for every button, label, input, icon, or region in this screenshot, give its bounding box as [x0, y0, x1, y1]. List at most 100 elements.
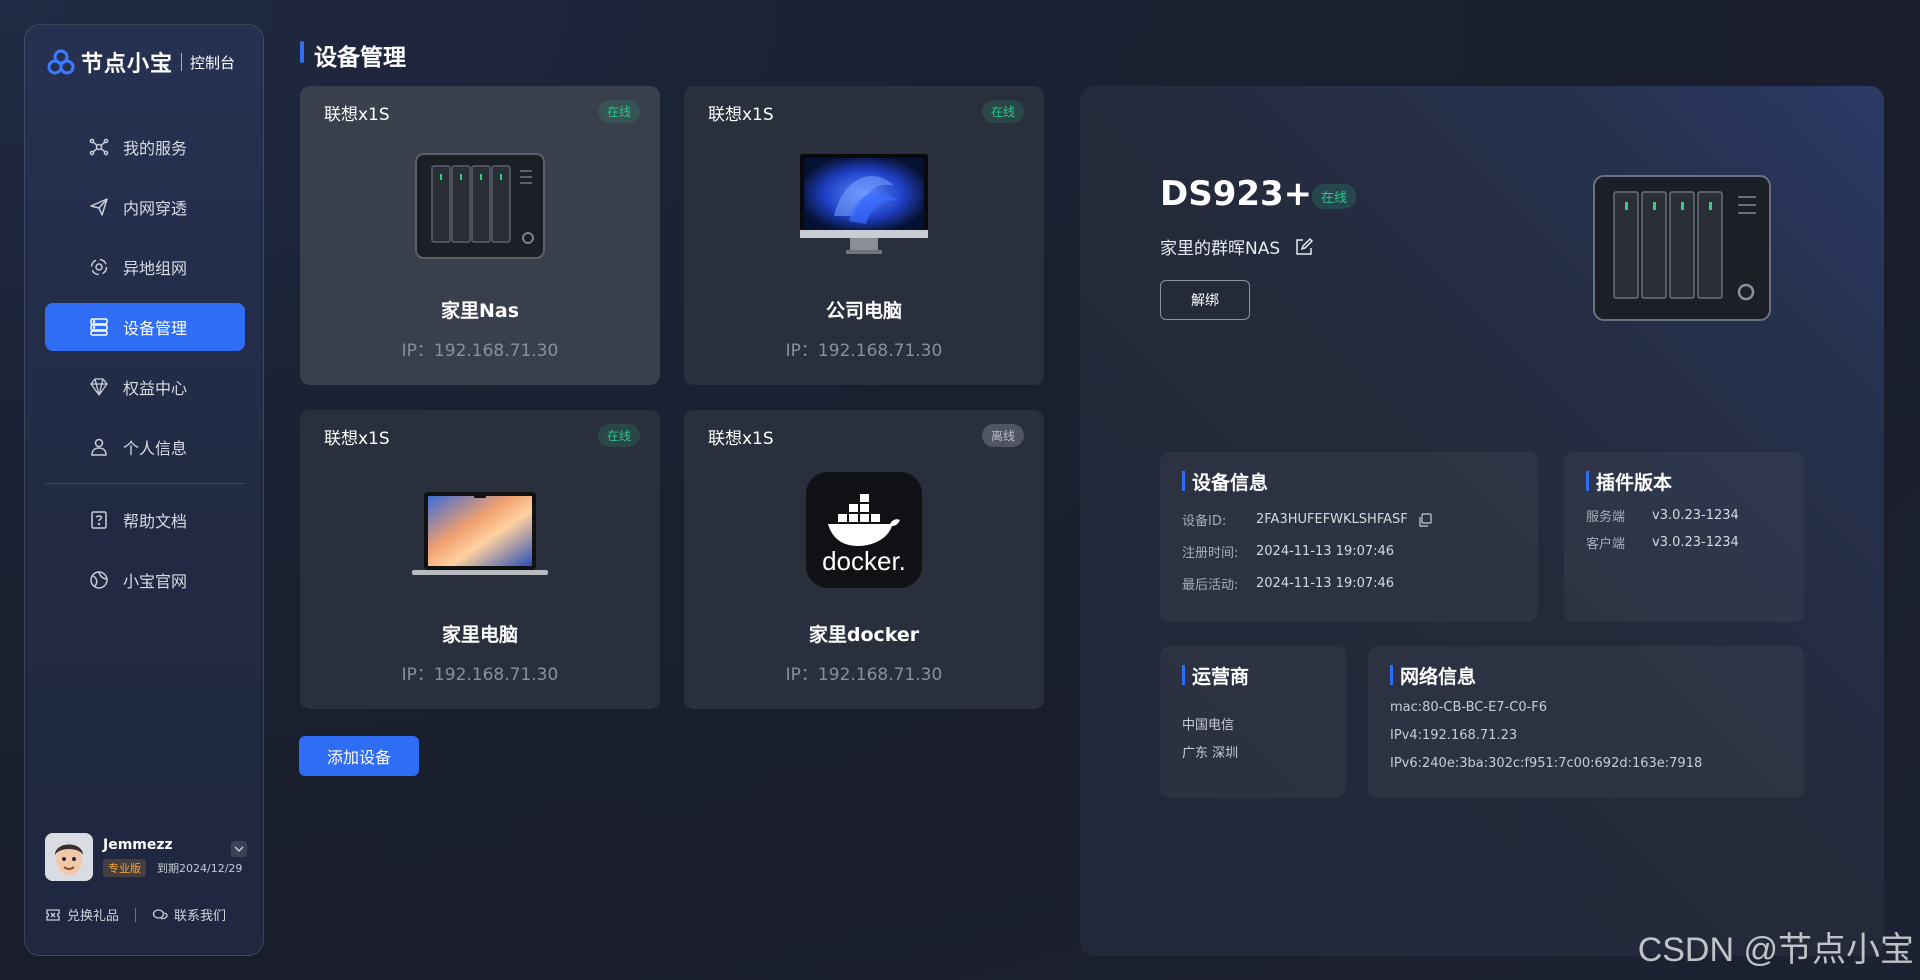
sidebar-item-benefits[interactable]: 权益中心	[45, 363, 245, 411]
network-icon	[90, 258, 108, 276]
sidebar-item-tunnel[interactable]: 内网穿透	[45, 183, 245, 231]
last-active-row: 最后活动: 2024-11-13 19:07:46	[1182, 574, 1394, 593]
user-links: 兑换礼品 联系我们	[45, 905, 245, 924]
watermark: CSDN @节点小宝	[1637, 931, 1914, 969]
sidebar-item-network[interactable]: 异地组网	[45, 243, 245, 291]
sidebar-nav: 我的服务 内网穿透 异地组网 设备管理 权益中心 个人信息 帮助文档 小宝官网	[45, 123, 245, 616]
device-id-value: 2FA3HUFEFWKLSHFASF	[1256, 510, 1432, 529]
client-version-row: 客户端 v3.0.23-1234	[1586, 533, 1739, 552]
nav-divider	[45, 483, 245, 484]
device-card[interactable]: 联想x1S 在线 家里Nas IP：192.168.71.30	[300, 86, 660, 385]
unbind-button[interactable]: 解绑	[1160, 280, 1250, 320]
svg-text:docker.: docker.	[822, 546, 906, 576]
sidebar: 节点小宝 控制台 我的服务 内网穿透 异地组网 设备管理 权益中心 个人信息 帮…	[24, 24, 264, 956]
desktop-icon	[800, 154, 928, 254]
plugin-version-box: 插件版本 服务端 v3.0.23-1234 客户端 v3.0.23-1234	[1564, 452, 1804, 622]
carrier-name: 中国电信	[1182, 718, 1235, 733]
device-model: 联想x1S	[324, 429, 390, 449]
device-info-title: 设备信息	[1182, 468, 1268, 495]
client-version-value: v3.0.23-1234	[1652, 535, 1739, 550]
brand-logo[interactable]: 节点小宝 控制台	[45, 47, 235, 77]
status-badge: 在线	[597, 100, 640, 123]
device-id-row: 设备ID: 2FA3HUFEFWKLSHFASF	[1182, 510, 1432, 529]
memoji-avatar-icon	[45, 833, 93, 881]
services-icon	[89, 138, 109, 156]
device-ip: IP：192.168.71.30	[401, 341, 559, 361]
sidebar-item-label: 权益中心	[123, 379, 188, 398]
device-model: 联想x1S	[324, 105, 390, 125]
carrier-box: 运营商 中国电信 广东 深圳	[1160, 646, 1346, 798]
mac-address: mac:80-CB-BC-E7-C0-F6	[1390, 700, 1548, 715]
sidebar-item-help[interactable]: 帮助文档	[45, 496, 245, 544]
brand-knot-icon	[47, 49, 75, 75]
detail-subtitle: 家里的群晖NAS	[1160, 239, 1281, 259]
server-version-value: v3.0.23-1234	[1652, 508, 1739, 523]
ipv4-address: IPv4:192.168.71.23	[1390, 728, 1518, 743]
chevron-down-icon	[234, 846, 244, 853]
sidebar-item-label: 内网穿透	[123, 199, 188, 218]
edit-icon[interactable]	[1294, 237, 1314, 257]
docker-icon: docker.	[806, 472, 922, 588]
device-name: 家里docker	[808, 624, 920, 646]
avatar[interactable]	[45, 833, 93, 881]
device-id-label: 设备ID:	[1182, 514, 1227, 529]
detail-title: DS923+	[1160, 174, 1313, 214]
sidebar-item-profile[interactable]: 个人信息	[45, 423, 245, 471]
page-title: 设备管理	[300, 38, 406, 72]
copy-icon[interactable]	[1418, 512, 1432, 527]
device-id-text: 2FA3HUFEFWKLSHFASF	[1256, 512, 1408, 527]
status-badge: 离线	[981, 424, 1024, 447]
device-card[interactable]: 联想x1S 在线 家里电脑 IP：192.168.71.30	[300, 410, 660, 709]
user-menu-toggle[interactable]	[231, 841, 247, 857]
sidebar-item-label: 我的服务	[123, 139, 188, 158]
last-active-label: 最后活动:	[1182, 578, 1239, 593]
network-info-box: 网络信息 mac:80-CB-BC-E7-C0-F6 IPv4:192.168.…	[1368, 646, 1804, 798]
register-time-label: 注册时间:	[1182, 546, 1239, 561]
user-name: Jemmezz	[103, 837, 173, 853]
device-detail-panel: DS923+ 在线 家里的群晖NAS 解绑 设备信息 设备ID: 2FA3HUF…	[1080, 86, 1884, 956]
add-device-button[interactable]: 添加设备	[299, 736, 419, 776]
device-name: 家里Nas	[440, 300, 520, 322]
contact-us-link[interactable]: 联系我们	[152, 905, 226, 924]
server-version-row: 服务端 v3.0.23-1234	[1586, 506, 1739, 525]
status-badge: 在线	[597, 424, 640, 447]
plan-badge: 专业版	[103, 859, 146, 877]
register-time-row: 注册时间: 2024-11-13 19:07:46	[1182, 542, 1394, 561]
client-version-label: 客户端	[1586, 537, 1626, 552]
nas-icon	[1593, 175, 1771, 321]
globe-icon	[90, 571, 108, 589]
device-name: 家里电脑	[441, 624, 518, 646]
device-card[interactable]: 联想x1S 离线 docker. 家里docker IP：192.168.71.…	[684, 410, 1044, 709]
device-ip: IP：192.168.71.30	[785, 665, 943, 685]
device-ip: IP：192.168.71.30	[401, 665, 559, 685]
sidebar-item-website[interactable]: 小宝官网	[45, 556, 245, 604]
sidebar-item-label: 小宝官网	[123, 572, 188, 591]
sidebar-item-services[interactable]: 我的服务	[45, 123, 245, 171]
diamond-icon	[90, 378, 108, 396]
brand-name: 节点小宝	[81, 52, 174, 77]
ticket-icon	[46, 908, 60, 921]
plugin-version-title: 插件版本	[1586, 468, 1672, 495]
device-icon	[90, 318, 108, 336]
device-ip: IP：192.168.71.30	[785, 341, 943, 361]
redeem-gift-link[interactable]: 兑换礼品	[45, 905, 119, 924]
sidebar-item-label: 设备管理	[123, 319, 188, 338]
user-card[interactable]: Jemmezz 专业版 到期2024/12/29	[45, 833, 247, 883]
status-badge: 在线	[981, 100, 1024, 123]
sidebar-item-devices[interactable]: 设备管理	[45, 303, 245, 351]
plan-expire: 到期2024/12/29	[157, 862, 243, 875]
detail-status-badge: 在线	[1312, 184, 1357, 209]
carrier-location: 广东 深圳	[1182, 746, 1239, 761]
brand-separator	[181, 53, 183, 71]
device-info-box: 设备信息 设备ID: 2FA3HUFEFWKLSHFASF 注册时间: 2024…	[1160, 452, 1538, 622]
device-model: 联想x1S	[708, 105, 774, 125]
device-card[interactable]: 联想x1S 在线 公司电脑 IP：192.168.71.30	[684, 86, 1044, 385]
link-separator	[135, 907, 137, 922]
ipv6-address: IPv6:240e:3ba:302c:f951:7c00:692d:163e:7…	[1390, 756, 1703, 771]
last-active-value: 2024-11-13 19:07:46	[1256, 576, 1395, 591]
carrier-title: 运营商	[1182, 662, 1249, 689]
server-version-label: 服务端	[1586, 510, 1626, 525]
laptop-icon	[412, 492, 548, 575]
nas-icon	[415, 153, 545, 259]
device-model: 联想x1S	[708, 429, 774, 449]
